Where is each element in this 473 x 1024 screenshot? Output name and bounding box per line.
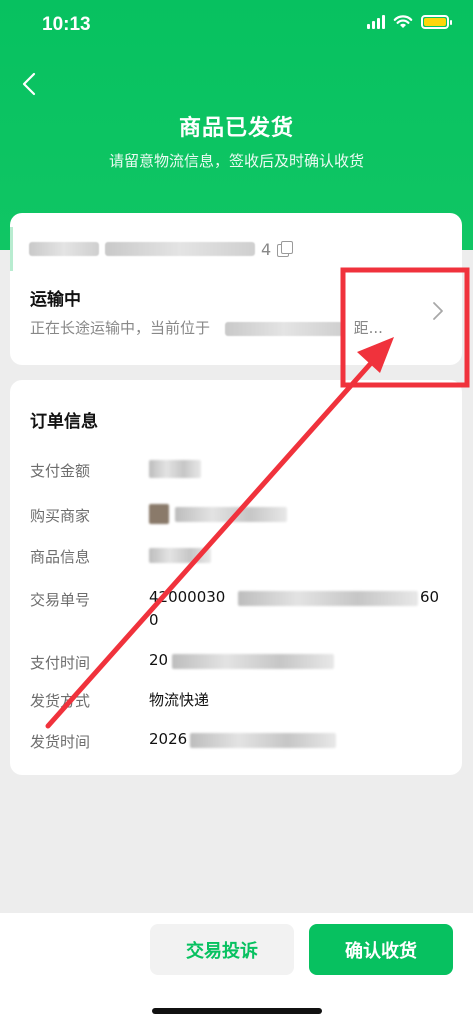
order-row-label-merchant: 购买商家 (30, 507, 91, 525)
status-bar: 10:13 (0, 0, 473, 52)
transit-detail: 正在长途运输中，当前位于 距... (30, 317, 383, 338)
tracking-number-suffix: 4 (261, 239, 272, 259)
order-row-label-product: 商品信息 (30, 548, 91, 566)
order-row-label-transaction: 交易单号 (30, 591, 91, 609)
transit-detail-prefix: 正在长途运输中，当前位于 (30, 319, 211, 337)
order-info-title: 订单信息 (30, 412, 98, 432)
merchant-avatar (149, 504, 169, 524)
order-row-label-paytime: 支付时间 (30, 654, 91, 672)
shipping-method: 物流快递 (149, 691, 210, 709)
status-icons (367, 15, 452, 29)
back-button[interactable] (14, 66, 44, 102)
page-title: 商品已发货 (178, 116, 294, 141)
cellular-signal-icon (367, 15, 385, 29)
redacted-tracking-number (105, 242, 255, 256)
redacted-location (224, 321, 343, 336)
pay-time-start: 20 (149, 651, 169, 669)
redacted-amount (149, 460, 201, 478)
tracking-number-row: 4 (10, 227, 462, 271)
wifi-icon (393, 15, 413, 28)
order-info-card: 订单信息 支付金额 购买商家 商品信息 交易单号 42000030 60 0 支… (10, 380, 462, 775)
confirm-receipt-button[interactable]: 确认收货 (309, 924, 453, 975)
order-row-label-shipping-time: 发货时间 (30, 733, 91, 751)
complain-button[interactable]: 交易投诉 (150, 924, 294, 975)
page-subtitle: 请留意物流信息，签收后及时确认收货 (108, 152, 364, 170)
chevron-right-icon[interactable] (432, 301, 444, 321)
transit-status: 运输中 (30, 290, 81, 310)
redacted-pay-time (172, 654, 334, 669)
logistics-card[interactable]: 4 运输中 正在长途运输中，当前位于 距... (10, 213, 462, 365)
transaction-number-start: 42000030 (149, 588, 226, 606)
redacted-carrier (29, 242, 99, 256)
copy-icon[interactable] (277, 241, 294, 257)
redacted-merchant-name (175, 507, 287, 522)
redacted-product-info (149, 548, 211, 563)
redacted-shipping-time (190, 733, 336, 748)
bottom-action-bar: 交易投诉 确认收货 (0, 913, 473, 1024)
order-row-label-shipping-method: 发货方式 (30, 692, 91, 710)
transaction-number-line2: 0 (149, 611, 159, 629)
order-row-label-amount: 支付金额 (30, 462, 91, 480)
battery-icon (421, 15, 452, 29)
transit-detail-suffix: 距... (353, 319, 383, 337)
chevron-left-icon (22, 72, 36, 96)
home-indicator (152, 1008, 322, 1014)
transaction-number-end: 60 (420, 588, 440, 606)
shipping-time-start: 2026 (149, 730, 188, 748)
redacted-transaction-number (238, 591, 418, 606)
status-time: 10:13 (42, 14, 91, 35)
